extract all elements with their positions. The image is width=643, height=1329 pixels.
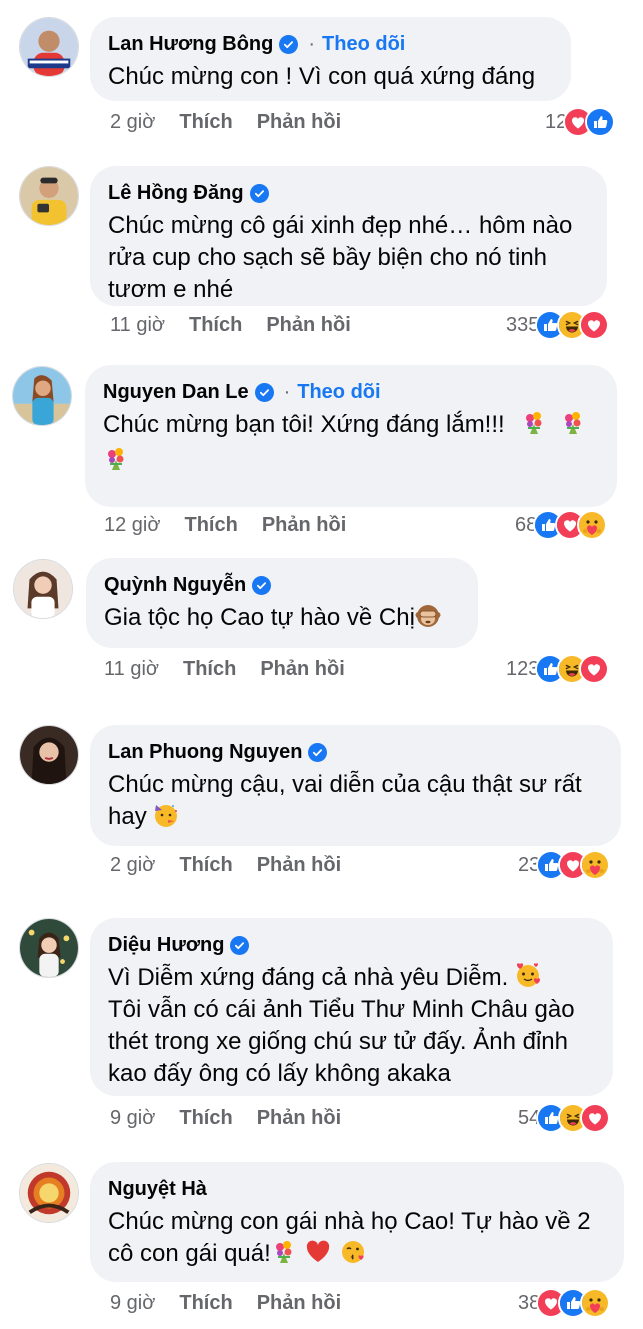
verified-badge-icon <box>279 34 299 54</box>
like-link[interactable]: Thích <box>183 658 236 681</box>
comment-bubble: Lan Hương Bông · Theo dõi Chúc mừng con … <box>90 17 571 101</box>
comment-time[interactable]: 12 giờ <box>104 514 160 537</box>
author-name[interactable]: Lê Hồng Đăng <box>108 182 244 205</box>
separator-dot: · <box>308 32 316 55</box>
comment-bubble: Nguyen Dan Le · Theo dõi Chúc mừng bạn t… <box>85 365 617 507</box>
reaction-summary[interactable]: 23 <box>518 850 611 880</box>
care-icon <box>577 510 608 540</box>
face-blowing-kiss-emoji-icon <box>340 1239 366 1265</box>
reaction-count: 335 <box>506 313 540 336</box>
comment-bubble: Lan Phuong Nguyen Chúc mừng cậu, vai diễ… <box>90 725 621 846</box>
comment-bubble: Nguyệt Hà Chúc mừng con gái nhà họ Cao! … <box>90 1162 624 1282</box>
reply-link[interactable]: Phản hồi <box>257 1292 341 1315</box>
like-link[interactable]: Thích <box>179 1107 232 1130</box>
comment-time[interactable]: 2 giờ <box>110 111 155 134</box>
reaction-summary[interactable]: 335 <box>506 310 610 340</box>
bouquet-emoji-icon <box>103 446 129 472</box>
comment-time[interactable]: 9 giờ <box>110 1292 155 1315</box>
party-face-emoji-icon <box>153 802 179 828</box>
love-icon <box>580 1103 611 1133</box>
comment-bubble: Diệu Hương Vì Diễm xứng đáng cả nhà yêu … <box>90 918 613 1096</box>
comment-text: Chúc mừng cô gái xinh đẹp nhé… hôm nào r… <box>108 212 573 303</box>
bouquet-emoji-icon <box>271 1239 297 1265</box>
verified-badge-icon <box>308 742 328 762</box>
reply-link[interactable]: Phản hồi <box>257 1107 341 1130</box>
red-heart-emoji-icon <box>305 1239 331 1265</box>
reaction-summary[interactable]: 123 <box>506 654 610 684</box>
avatar[interactable] <box>12 366 72 426</box>
like-link[interactable]: Thích <box>179 111 232 134</box>
author-name[interactable]: Diệu Hương <box>108 934 224 957</box>
see-no-evil-monkey-emoji-icon <box>415 603 441 629</box>
love-icon <box>579 654 610 684</box>
bouquet-emoji-icon <box>521 410 547 436</box>
reaction-summary[interactable]: 38 <box>518 1288 611 1318</box>
avatar[interactable] <box>19 166 79 226</box>
like-link[interactable]: Thích <box>179 854 232 877</box>
reaction-count: 123 <box>506 657 540 680</box>
reply-link[interactable]: Phản hồi <box>260 658 344 681</box>
avatar[interactable] <box>13 559 73 619</box>
like-icon <box>585 107 616 137</box>
comment-time[interactable]: 11 giờ <box>110 314 165 337</box>
comment-text: Vì Diễm xứng đáng cả nhà yêu Diễm. Tôi v… <box>108 963 575 1087</box>
reply-link[interactable]: Phản hồi <box>262 514 346 537</box>
reply-link[interactable]: Phản hồi <box>266 314 350 337</box>
author-name[interactable]: Lan Phuong Nguyen <box>108 741 302 764</box>
author-name[interactable]: Lan Hương Bông <box>108 33 273 56</box>
verified-badge-icon <box>230 935 250 955</box>
avatar[interactable] <box>19 918 79 978</box>
verified-badge-icon <box>249 183 269 203</box>
comment-bubble: Lê Hồng Đăng Chúc mừng cô gái xinh đẹp n… <box>90 166 607 306</box>
smiling-face-with-hearts-emoji-icon <box>515 963 541 989</box>
comment-text: Gia tộc họ Cao tự hào về Chị <box>104 602 460 634</box>
separator-dot: · <box>283 380 291 403</box>
author-name[interactable]: Nguyệt Hà <box>108 1178 207 1201</box>
author-name[interactable]: Quỳnh Nguyễn <box>104 574 246 597</box>
reaction-summary[interactable]: 54 <box>518 1103 611 1133</box>
verified-badge-icon <box>252 575 272 595</box>
like-link[interactable]: Thích <box>179 1292 232 1315</box>
reaction-summary[interactable]: 68 <box>515 510 608 540</box>
follow-link[interactable]: Theo dõi <box>322 33 405 56</box>
comment-bubble: Quỳnh Nguyễn Gia tộc họ Cao tự hào về Ch… <box>86 558 478 648</box>
care-icon <box>580 850 611 880</box>
reaction-summary[interactable]: 12 <box>545 107 616 137</box>
like-link[interactable]: Thích <box>184 514 237 537</box>
reply-link[interactable]: Phản hồi <box>257 111 341 134</box>
comment-text: Chúc mừng con ! Vì con quá xứng đáng <box>108 63 536 90</box>
care-icon <box>580 1288 611 1318</box>
reply-link[interactable]: Phản hồi <box>257 854 341 877</box>
comment-time[interactable]: 9 giờ <box>110 1107 155 1130</box>
follow-link[interactable]: Theo dõi <box>297 381 380 404</box>
comment-time[interactable]: 2 giờ <box>110 854 155 877</box>
comment-text: Chúc mừng cậu, vai diễn của cậu thật sư … <box>108 771 582 830</box>
comment-text: Chúc mừng bạn tôi! Xứng đáng lắm!!! <box>103 409 599 477</box>
verified-badge-icon <box>254 382 274 402</box>
author-name[interactable]: Nguyen Dan Le <box>103 381 249 404</box>
avatar[interactable] <box>19 725 79 785</box>
bouquet-emoji-icon <box>560 410 586 436</box>
comment-text: Chúc mừng con gái nhà họ Cao! Tự hào về … <box>108 1208 591 1267</box>
avatar[interactable] <box>19 17 79 77</box>
avatar[interactable] <box>19 1163 79 1223</box>
like-link[interactable]: Thích <box>189 314 242 337</box>
comment-time[interactable]: 11 giờ <box>104 658 159 681</box>
love-icon <box>579 310 610 340</box>
